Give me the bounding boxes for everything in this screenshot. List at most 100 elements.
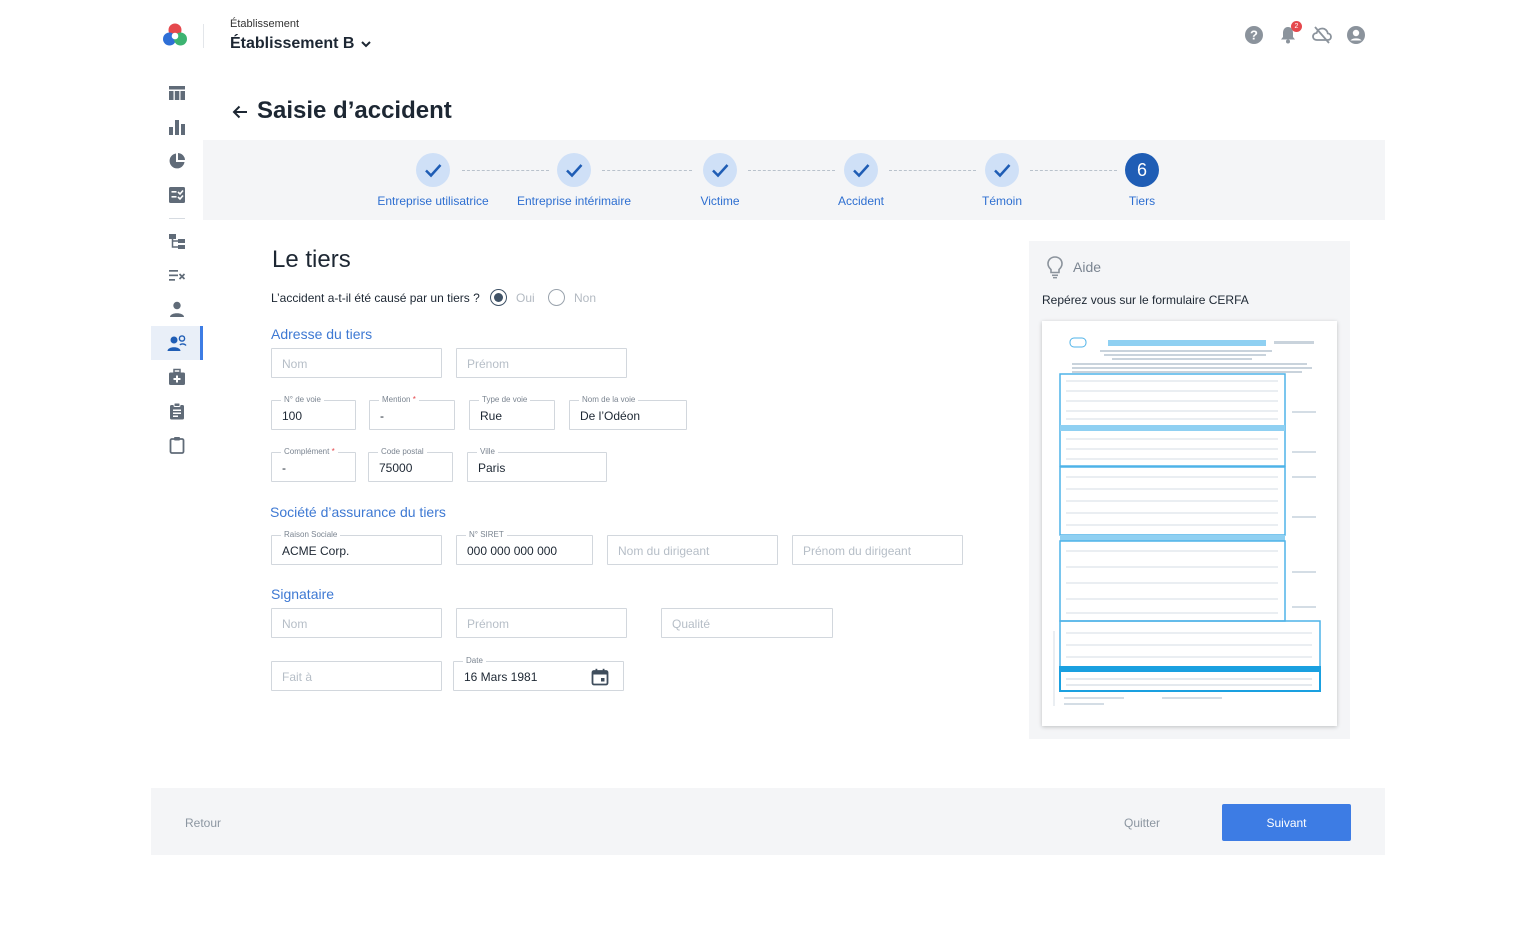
- help-subtitle: Repérez vous sur le formulaire CERFA: [1042, 293, 1249, 307]
- sidebar-item-rules[interactable]: [151, 258, 203, 292]
- account-button[interactable]: [1345, 24, 1367, 46]
- code-postal-field[interactable]: Code postal 75000: [368, 447, 453, 482]
- sidebar-item-third-party[interactable]: [151, 326, 203, 360]
- sidebar-item-tasks[interactable]: [151, 178, 203, 212]
- suivant-button[interactable]: Suivant: [1222, 804, 1351, 841]
- radio-label: Non: [574, 290, 597, 305]
- establishment-selector[interactable]: Établissement B: [230, 35, 372, 53]
- fait-a-field[interactable]: Fait à: [271, 661, 442, 691]
- page-title: Saisie d’accident: [257, 97, 452, 124]
- radio-non[interactable]: Non: [548, 289, 596, 306]
- step-label: Témoin: [981, 194, 1022, 208]
- pie-chart-icon: [169, 153, 185, 169]
- field-value: -: [282, 461, 286, 475]
- clipboard-outline-icon: [169, 437, 185, 454]
- retour-button[interactable]: Retour: [185, 816, 221, 830]
- back-arrow-icon[interactable]: [230, 102, 250, 122]
- field-label: Code postal: [378, 447, 427, 457]
- medical-kit-icon: [169, 368, 185, 385]
- prenom-field[interactable]: Prénom: [456, 348, 627, 378]
- signataire-nom-field[interactable]: Nom: [271, 608, 442, 638]
- cerfa-form-preview[interactable]: [1042, 321, 1337, 726]
- quitter-button[interactable]: Quitter: [1124, 816, 1160, 830]
- field-placeholder: Nom: [282, 617, 308, 631]
- field-value: 16 Mars 1981: [464, 670, 538, 684]
- mention-field[interactable]: Mention * -: [369, 395, 455, 430]
- help-button[interactable]: ?: [1243, 24, 1265, 46]
- numero-voie-field[interactable]: N° de voie 100: [271, 395, 356, 430]
- step-temoin[interactable]: Témoin: [932, 153, 1072, 208]
- section-title-address: Adresse du tiers: [271, 326, 373, 342]
- help-header: Aide: [1045, 255, 1101, 279]
- step-entreprise-interimaire[interactable]: Entreprise intérimaire: [504, 153, 644, 208]
- app-logo: [163, 23, 187, 46]
- section-title-signataire: Signataire: [271, 586, 335, 602]
- sidebar-item-declarations[interactable]: [151, 394, 203, 428]
- field-label: Nom de la voie: [579, 395, 639, 405]
- notifications-button[interactable]: 2: [1277, 21, 1302, 46]
- form-title: Le tiers: [272, 246, 351, 273]
- sidebar-item-medical[interactable]: [151, 360, 203, 394]
- step-done-circle: [985, 153, 1019, 187]
- qualite-field[interactable]: Qualité: [661, 608, 833, 638]
- field-label: Ville: [477, 447, 498, 457]
- people-icon: [167, 335, 187, 351]
- step-done-circle: [416, 153, 450, 187]
- date-field[interactable]: Date 16 Mars 1981: [453, 656, 624, 691]
- step-done-circle: [703, 153, 737, 187]
- raison-sociale-field[interactable]: Raison Sociale ACME Corp.: [271, 530, 442, 565]
- sidebar-item-archives[interactable]: [151, 428, 203, 462]
- check-icon: [566, 164, 583, 178]
- step-entreprise-utilisatrice[interactable]: Entreprise utilisatrice: [363, 153, 503, 208]
- field-value: 000 000 000 000: [467, 544, 558, 558]
- siret-field[interactable]: N° SIRET 000 000 000 000: [456, 530, 593, 565]
- sync-status-button[interactable]: [1311, 24, 1333, 46]
- nom-voie-field[interactable]: Nom de la voie De l’Odéon: [569, 395, 687, 430]
- field-label: N° de voie: [281, 395, 324, 405]
- step-done-circle: [844, 153, 878, 187]
- calendar-icon[interactable]: [591, 668, 609, 686]
- step-label: Tiers: [1128, 194, 1156, 208]
- radio-label: Oui: [516, 290, 535, 305]
- step-tiers[interactable]: 6 Tiers: [1072, 153, 1212, 208]
- type-voie-field[interactable]: Type de voie Rue: [469, 395, 555, 430]
- help-icon: ?: [1245, 26, 1263, 44]
- check-icon: [994, 164, 1011, 178]
- section-title-insurance: Société d’assurance du tiers: [270, 504, 446, 520]
- third-party-question: L’accident a-t-il été causé par un tiers…: [271, 291, 480, 305]
- cloud-off-icon: [1312, 26, 1332, 44]
- field-placeholder: Nom du dirigeant: [618, 544, 710, 558]
- help-panel: Aide Repérez vous sur le formulaire CERF…: [1029, 241, 1350, 739]
- header-divider: [203, 24, 204, 48]
- step-accident[interactable]: Accident: [791, 153, 931, 208]
- nom-field[interactable]: Nom: [271, 348, 442, 378]
- footer-bar: Retour Quitter Suivant: [151, 788, 1385, 855]
- bar-chart-icon: [169, 120, 185, 135]
- radio-checked: [490, 289, 507, 306]
- stepper: Entreprise utilisatrice Entreprise intér…: [203, 140, 1385, 220]
- dirigeant-prenom-field[interactable]: Prénom du dirigeant: [792, 535, 963, 565]
- cerfa-document-image: [1053, 337, 1321, 706]
- sidebar-item-person[interactable]: [151, 292, 203, 326]
- complement-field[interactable]: Complément * -: [271, 447, 356, 482]
- sidebar-item-dashboard[interactable]: [151, 76, 203, 110]
- field-label: N° SIRET: [466, 530, 507, 540]
- ville-field[interactable]: Ville Paris: [467, 447, 607, 482]
- sidebar-item-reports[interactable]: [151, 144, 203, 178]
- table-icon: [169, 86, 185, 100]
- signataire-prenom-field[interactable]: Prénom: [456, 608, 627, 638]
- field-placeholder: Prénom: [467, 357, 510, 371]
- account-icon: [1347, 26, 1365, 44]
- check-icon: [853, 164, 870, 178]
- step-current-circle: 6: [1125, 153, 1159, 187]
- field-value: De l’Odéon: [580, 409, 641, 423]
- field-label-text: Mention: [382, 395, 411, 404]
- notification-badge: 2: [1291, 21, 1302, 32]
- sidebar-item-statistics[interactable]: [151, 110, 203, 144]
- step-victime[interactable]: Victime: [650, 153, 790, 208]
- sidebar-item-organization[interactable]: [151, 224, 203, 258]
- radio-unchecked: [548, 289, 565, 306]
- radio-oui[interactable]: Oui: [490, 289, 535, 306]
- dirigeant-nom-field[interactable]: Nom du dirigeant: [607, 535, 778, 565]
- field-placeholder: Qualité: [672, 617, 711, 631]
